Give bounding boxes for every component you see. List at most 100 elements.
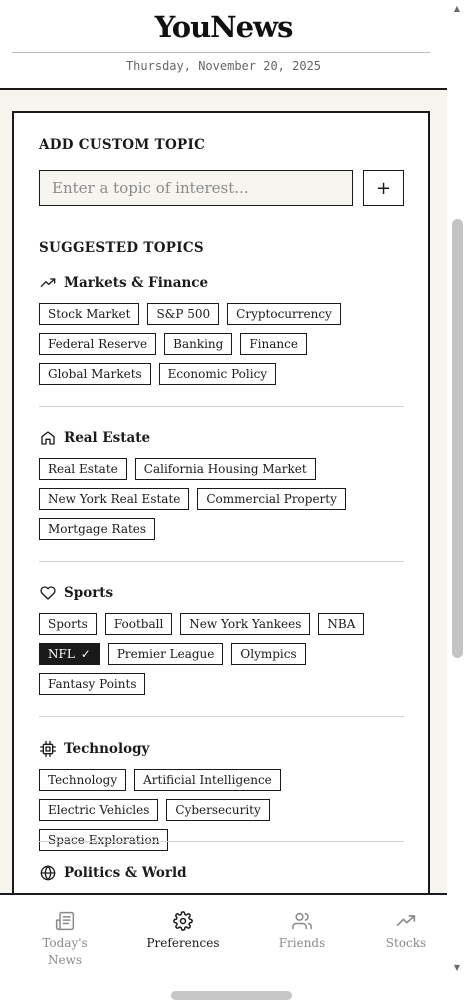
category-label: Politics & World — [64, 865, 187, 881]
nav-label: Stocks — [385, 936, 427, 950]
category-divider — [39, 841, 404, 842]
category-real-estate: Real Estate Real Estate California Housing… — [39, 428, 404, 540]
heart-icon — [39, 585, 56, 602]
topic-chip-label: Finance — [249, 337, 298, 351]
header: YouNews Thursday, November 20, 2025 — [0, 0, 447, 90]
topic-chip-premier-league[interactable]: Premier League — [107, 643, 224, 665]
topic-chip-label: NBA — [327, 617, 356, 631]
category-label: Real Estate — [64, 430, 151, 446]
topic-chip-stock-market[interactable]: Stock Market — [39, 303, 140, 325]
topic-chip-label: New York Real Estate — [48, 492, 181, 506]
topic-chip-label: California Housing Market — [143, 462, 307, 476]
scroll-up-arrow[interactable]: ▲ — [453, 5, 461, 13]
topic-chip-fantasy-points[interactable]: Fantasy Points — [39, 673, 146, 695]
topic-chip-nfl[interactable]: NFL ✓ — [39, 643, 100, 665]
category-divider — [39, 716, 404, 717]
bottom-navigation: Today's News Preferences Friends Stocks — [0, 893, 447, 985]
topic-chip-label: Stock Market — [48, 307, 131, 321]
preferences-content[interactable]: ADD CUSTOM TOPIC + SUGGESTED TOPICS Mark… — [0, 90, 447, 911]
topic-chip-label: NFL — [48, 647, 75, 661]
topic-chip-sandp-500[interactable]: S&P 500 — [147, 303, 220, 325]
topic-chip-label: Global Markets — [48, 367, 142, 381]
cpu-icon — [39, 741, 56, 758]
checkmark-icon: ✓ — [80, 647, 91, 661]
topic-chip-label: Premier League — [116, 647, 215, 661]
category-label: Sports — [64, 585, 114, 601]
topic-chip-label: Commercial Property — [206, 492, 337, 506]
nav-item-stocks[interactable]: Stocks — [361, 911, 447, 952]
topic-chip-electric-vehicles[interactable]: Electric Vehicles — [39, 799, 159, 821]
topic-chip-california-housing-market[interactable]: California Housing Market — [134, 458, 316, 480]
add-topic-button[interactable]: + — [363, 170, 404, 206]
trending-up-icon — [39, 275, 56, 292]
topic-chip-label: Electric Vehicles — [48, 803, 150, 817]
topic-chip-label: Football — [113, 617, 164, 631]
topic-chip-cryptocurrency[interactable]: Cryptocurrency — [227, 303, 341, 325]
add-custom-topic-title: ADD CUSTOM TOPIC — [39, 137, 206, 153]
topic-chip-banking[interactable]: Banking — [164, 333, 233, 355]
topic-chip-new-york-yankees[interactable]: New York Yankees — [180, 613, 311, 635]
topic-chip-finance[interactable]: Finance — [240, 333, 307, 355]
nav-label: Friends — [278, 936, 326, 950]
topic-chip-label: Banking — [173, 337, 224, 351]
category-sports: Sports Sports Football New York Yankees NBA N… — [39, 583, 404, 695]
topic-chip-label: Space Exploration — [48, 833, 160, 847]
topic-chip-sports[interactable]: Sports — [39, 613, 97, 635]
scrollbar-thumb[interactable] — [452, 219, 463, 658]
topic-chip-real-estate[interactable]: Real Estate — [39, 458, 127, 480]
topic-chip-label: S&P 500 — [156, 307, 211, 321]
trending-up-icon — [396, 911, 416, 931]
newspaper-icon — [55, 911, 75, 931]
users-icon — [292, 911, 312, 931]
topic-chip-space-exploration[interactable]: Space Exploration — [39, 829, 169, 851]
topic-chip-artificial-intelligence[interactable]: Artificial Intelligence — [134, 769, 281, 791]
category-label: Technology — [64, 741, 150, 757]
nav-item-preferences[interactable]: Preferences — [138, 911, 228, 952]
topic-chip-label: Technology — [48, 773, 118, 787]
topic-chip-olympics[interactable]: Olympics — [231, 643, 306, 665]
category-header: Real Estate — [39, 428, 404, 448]
topic-chip-global-markets[interactable]: Global Markets — [39, 363, 151, 385]
topic-chip-list: Real Estate California Housing Market New … — [39, 458, 404, 540]
topic-chip-label: Federal Reserve — [48, 337, 148, 351]
topic-chip-commercial-property[interactable]: Commercial Property — [197, 488, 346, 510]
topic-chip-economic-policy[interactable]: Economic Policy — [158, 363, 277, 385]
topic-chip-label: Real Estate — [48, 462, 118, 476]
topic-chip-label: Artificial Intelligence — [143, 773, 272, 787]
topic-chip-nba[interactable]: NBA — [318, 613, 365, 635]
topic-chip-cybersecurity[interactable]: Cybersecurity — [166, 799, 270, 821]
home-indicator[interactable] — [171, 991, 292, 1000]
topic-chip-label: New York Yankees — [189, 617, 302, 631]
category-markets-and-finance: Markets & Finance Stock Market S&P 500 Cryp… — [39, 273, 404, 385]
topic-chip-list: Stock Market S&P 500 Cryptocurrency Federal… — [39, 303, 404, 385]
scroll-down-arrow[interactable]: ▼ — [453, 964, 461, 972]
category-technology: Technology Technology Artificial Intellige… — [39, 739, 404, 851]
topic-chip-label: Sports — [48, 617, 88, 631]
topic-chip-new-york-real-estate[interactable]: New York Real Estate — [39, 488, 190, 510]
current-date: Thursday, November 20, 2025 — [125, 59, 322, 73]
app-window: YouNews Thursday, November 20, 2025 ADD … — [0, 0, 447, 985]
topic-chip-football[interactable]: Football — [104, 613, 173, 635]
topic-chip-label: Cybersecurity — [175, 803, 261, 817]
topic-chip-mortgage-rates[interactable]: Mortgage Rates — [39, 518, 156, 540]
topic-chip-list: Sports Football New York Yankees NBA NFL ✓ Pre… — [39, 613, 404, 695]
nav-item-todays-news[interactable]: Today's News — [20, 911, 110, 969]
category-divider — [39, 561, 404, 562]
category-header: Politics & World — [39, 863, 404, 883]
topic-chip-label: Fantasy Points — [48, 677, 137, 691]
category-divider — [39, 406, 404, 407]
header-divider — [12, 52, 430, 53]
category-header: Sports — [39, 583, 404, 603]
category-header: Markets & Finance — [39, 273, 404, 293]
topic-chip-federal-reserve[interactable]: Federal Reserve — [39, 333, 157, 355]
device-frame: YouNews Thursday, November 20, 2025 ADD … — [0, 0, 467, 1001]
category-politics-and-world: Politics & World — [39, 863, 404, 893]
topic-chip-technology[interactable]: Technology — [39, 769, 127, 791]
category-header: Technology — [39, 739, 404, 759]
topic-chip-label: Mortgage Rates — [48, 522, 147, 536]
home-icon — [39, 430, 56, 447]
nav-item-friends[interactable]: Friends — [257, 911, 347, 952]
category-label: Markets & Finance — [64, 275, 209, 291]
custom-topic-input[interactable] — [39, 170, 353, 206]
nav-label: Preferences — [146, 936, 220, 950]
